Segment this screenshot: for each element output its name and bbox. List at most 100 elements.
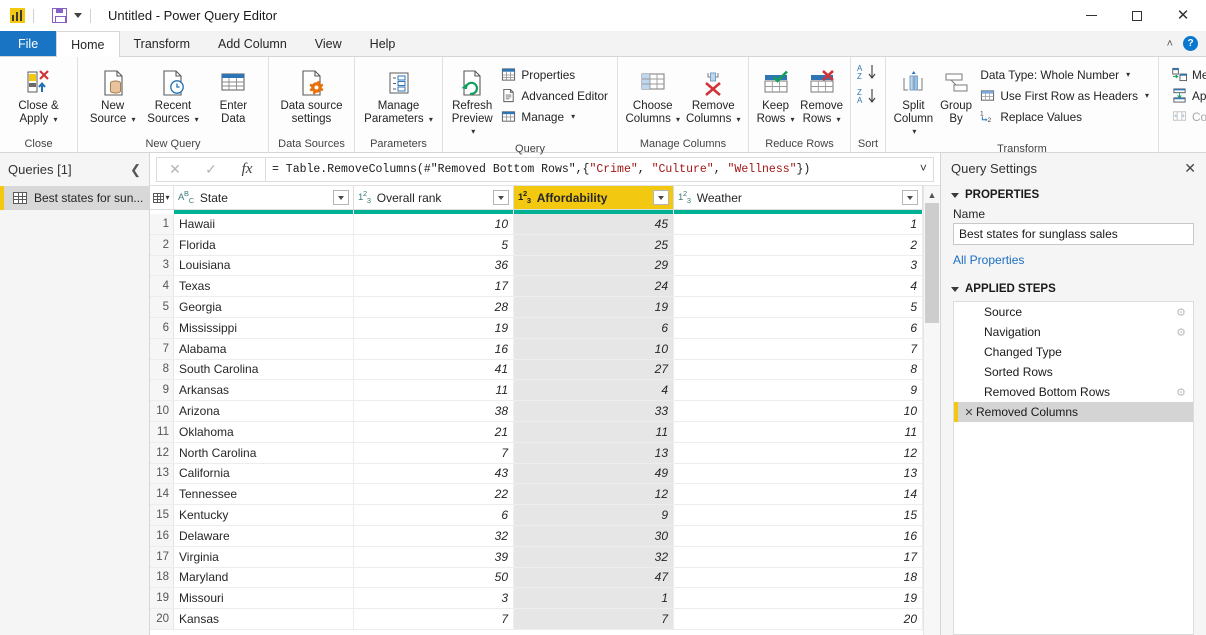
table-cell[interactable]: 6	[354, 505, 514, 525]
filter-dropdown-icon[interactable]	[493, 190, 509, 205]
table-cell[interactable]: 21	[354, 421, 514, 442]
step-settings-gear-icon[interactable]: ⚙	[1176, 326, 1186, 339]
all-properties-link[interactable]: All Properties	[941, 245, 1206, 271]
table-row[interactable]: 20 Kansas 7 7 20	[150, 609, 923, 630]
table-cell[interactable]: 38	[354, 401, 514, 421]
applied-step-item[interactable]: Navigation ⚙	[954, 322, 1193, 342]
combine-files-button[interactable]: Combine Files	[1168, 106, 1206, 127]
collapse-ribbon-icon[interactable]: ˄	[1167, 38, 1173, 50]
table-cell[interactable]: 11	[354, 380, 514, 401]
table-cell[interactable]: 15	[674, 505, 923, 525]
append-queries-button[interactable]: Append Queries ▾	[1168, 85, 1206, 106]
table-cell[interactable]: Hawaii	[174, 214, 354, 234]
table-cell[interactable]: 4	[514, 380, 674, 401]
collapse-queries-pane-icon[interactable]: ❮	[130, 162, 141, 178]
table-cell[interactable]: 7	[354, 609, 514, 629]
table-cell[interactable]: 29	[514, 255, 674, 276]
cancel-icon[interactable]: ✕	[157, 158, 193, 181]
table-row[interactable]: 15 Kentucky 6 9 15	[150, 505, 923, 526]
table-row[interactable]: 4 Texas 17 24 4	[150, 276, 923, 298]
table-cell[interactable]: 17	[354, 276, 514, 297]
tab-file[interactable]: File	[0, 31, 57, 56]
table-cell[interactable]: 27	[514, 359, 674, 380]
query-list-item[interactable]: Best states for sun...	[0, 186, 149, 210]
table-cell[interactable]: California	[174, 463, 354, 484]
table-cell[interactable]: 14	[674, 484, 923, 505]
table-cell[interactable]: Georgia	[174, 297, 354, 317]
refresh-preview-button[interactable]: Refresh Preview ▾	[448, 61, 496, 142]
help-icon[interactable]: ?	[1183, 36, 1198, 51]
confirm-icon[interactable]: ✓	[193, 158, 229, 181]
new-source-button[interactable]: New Source ▾	[83, 61, 142, 129]
table-cell[interactable]: 3	[354, 588, 514, 609]
recent-sources-button[interactable]: Recent Sources ▾	[143, 61, 202, 129]
applied-step-item[interactable]: Sorted Rows	[954, 362, 1193, 382]
table-row[interactable]: 18 Maryland 50 47 18	[150, 567, 923, 589]
scroll-up-icon[interactable]: ▲	[924, 186, 940, 203]
table-cell[interactable]: 20	[674, 609, 923, 629]
table-cell[interactable]: 24	[514, 276, 674, 297]
close-icon[interactable]: ✕	[1184, 160, 1196, 177]
expand-formula-bar-icon[interactable]: ˅	[914, 162, 927, 176]
query-name-input[interactable]: Best states for sunglass sales	[953, 223, 1194, 245]
choose-columns-button[interactable]: Choose Columns ▾	[623, 61, 683, 129]
manage-button[interactable]: Manage ▾	[497, 106, 612, 127]
properties-section-header[interactable]: PROPERTIES	[941, 183, 1206, 203]
manage-parameters-button[interactable]: Manage Parameters ▾	[360, 61, 437, 129]
table-cell[interactable]: 6	[514, 317, 674, 338]
table-cell[interactable]: Missouri	[174, 588, 354, 609]
table-cell[interactable]: Maryland	[174, 567, 354, 588]
table-cell[interactable]: 5	[354, 234, 514, 255]
column-header-weather[interactable]: 123 Weather	[674, 186, 923, 209]
column-header-state[interactable]: ABC State	[174, 186, 354, 209]
table-cell[interactable]: Oklahoma	[174, 421, 354, 442]
step-settings-gear-icon[interactable]: ⚙	[1176, 386, 1186, 399]
keep-rows-button[interactable]: Keep Rows ▾	[754, 61, 797, 129]
table-row[interactable]: 9 Arkansas 11 4 9	[150, 380, 923, 402]
table-cell[interactable]: 10	[674, 401, 923, 421]
table-cell[interactable]: 39	[354, 546, 514, 567]
table-row[interactable]: 11 Oklahoma 21 11 11	[150, 421, 923, 443]
table-row[interactable]: 14 Tennessee 22 12 14	[150, 484, 923, 506]
table-cell[interactable]: 10	[514, 338, 674, 359]
applied-step-item[interactable]: Source ⚙	[954, 302, 1193, 322]
table-cell[interactable]: Texas	[174, 276, 354, 297]
filter-dropdown-icon[interactable]	[653, 190, 669, 205]
applied-step-item[interactable]: Removed Bottom Rows ⚙	[954, 382, 1193, 402]
table-cell[interactable]: 12	[514, 484, 674, 505]
table-cell[interactable]: 1	[514, 588, 674, 609]
table-cell[interactable]: 47	[514, 567, 674, 588]
table-row[interactable]: 12 North Carolina 7 13 12	[150, 442, 923, 464]
table-cell[interactable]: 19	[674, 588, 923, 609]
table-cell[interactable]: 2	[674, 234, 923, 255]
table-cell[interactable]: 28	[354, 297, 514, 317]
maximize-button[interactable]	[1114, 0, 1160, 31]
select-all-columns-button[interactable]: ▾	[150, 186, 174, 209]
merge-queries-button[interactable]: Merge Queries ▾	[1168, 64, 1206, 85]
column-header-overall-rank[interactable]: 123 Overall rank	[354, 186, 514, 209]
table-cell[interactable]: 16	[674, 525, 923, 546]
table-cell[interactable]: Arkansas	[174, 380, 354, 401]
tab-transform[interactable]: Transform	[120, 31, 205, 56]
table-row[interactable]: 6 Mississippi 19 6 6	[150, 317, 923, 339]
minimize-button[interactable]	[1068, 0, 1114, 31]
table-cell[interactable]: 45	[514, 214, 674, 234]
fx-icon[interactable]: fx	[229, 158, 265, 181]
tab-add-column[interactable]: Add Column	[204, 31, 301, 56]
table-cell[interactable]: 43	[354, 463, 514, 484]
table-row[interactable]: 13 California 43 49 13	[150, 463, 923, 485]
table-cell[interactable]: Louisiana	[174, 255, 354, 276]
table-row[interactable]: 1 Hawaii 10 45 1	[150, 214, 923, 235]
table-cell[interactable]: 9	[514, 505, 674, 525]
table-row[interactable]: 8 South Carolina 41 27 8	[150, 359, 923, 381]
table-cell[interactable]: 49	[514, 463, 674, 484]
step-settings-gear-icon[interactable]: ⚙	[1176, 306, 1186, 319]
save-icon[interactable]	[51, 8, 67, 24]
table-cell[interactable]: 19	[354, 317, 514, 338]
table-row[interactable]: 16 Delaware 32 30 16	[150, 525, 923, 547]
table-row[interactable]: 17 Virginia 39 32 17	[150, 546, 923, 568]
table-cell[interactable]: Florida	[174, 234, 354, 255]
table-cell[interactable]: 33	[514, 401, 674, 421]
table-cell[interactable]: 17	[674, 546, 923, 567]
scrollbar-thumb[interactable]	[925, 203, 939, 323]
